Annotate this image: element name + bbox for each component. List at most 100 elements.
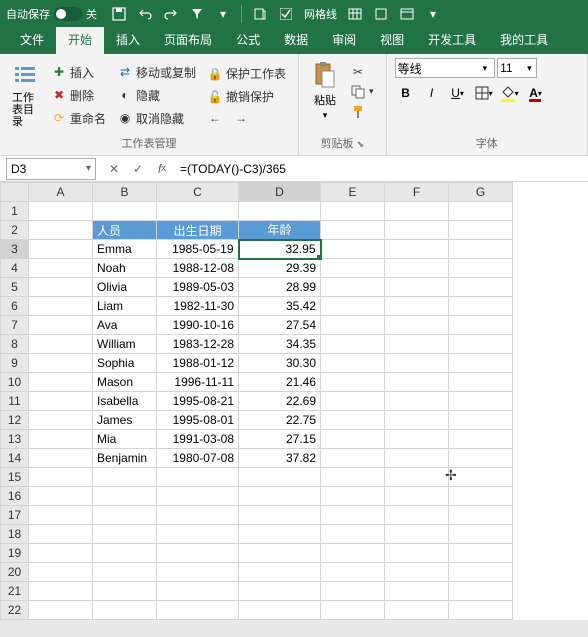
cell[interactable]: 27.15 (239, 430, 321, 449)
cell[interactable]: Mason (93, 373, 157, 392)
row-header[interactable]: 17 (1, 506, 29, 525)
cell[interactable]: Noah (93, 259, 157, 278)
row-header[interactable]: 9 (1, 354, 29, 373)
cell[interactable]: 1996-11-11 (157, 373, 239, 392)
row-header[interactable]: 6 (1, 297, 29, 316)
cut-button[interactable]: ✂ (347, 63, 378, 81)
fx-button[interactable]: fx (150, 158, 174, 180)
cell[interactable]: 1995-08-21 (157, 392, 239, 411)
row-header[interactable]: 7 (1, 316, 29, 335)
save-icon[interactable] (111, 6, 127, 22)
formula-input[interactable] (174, 158, 588, 180)
tab-mytools[interactable]: 我的工具 (488, 27, 560, 54)
row-header[interactable]: 21 (1, 582, 29, 601)
cell[interactable]: Emma (93, 240, 157, 259)
cell[interactable]: James (93, 411, 157, 430)
cell[interactable]: 22.75 (239, 411, 321, 430)
row-header[interactable]: 1 (1, 202, 29, 221)
col-header[interactable]: C (157, 183, 239, 202)
tab-data[interactable]: 数据 (272, 27, 320, 54)
window-icon[interactable] (399, 6, 415, 22)
autosave-toggle[interactable]: 自动保存 关 (6, 6, 97, 22)
filter-icon[interactable] (189, 6, 205, 22)
tab-view[interactable]: 视图 (368, 27, 416, 54)
toc-button[interactable]: 工作表目录 (8, 58, 44, 132)
fill-color-button[interactable]: ▾ (499, 82, 521, 104)
tab-home[interactable]: 开始 (56, 27, 104, 54)
cell[interactable]: Liam (93, 297, 157, 316)
delete-sheet-button[interactable]: ✖删除 (48, 85, 110, 106)
row-header[interactable]: 11 (1, 392, 29, 411)
chevron-down-icon[interactable]: ▾ (483, 63, 488, 74)
cell[interactable]: 1983-12-28 (157, 335, 239, 354)
cell[interactable]: Benjamin (93, 449, 157, 468)
col-header[interactable]: F (385, 183, 449, 202)
insert-sheet-button[interactable]: ✚插入 (48, 62, 110, 83)
row-header[interactable]: 12 (1, 411, 29, 430)
italic-button[interactable]: I (421, 82, 443, 104)
cell-selected[interactable]: 32.95 (239, 240, 321, 259)
font-name-select[interactable] (395, 58, 495, 78)
movecopy-button[interactable]: ⇄移动或复制 (114, 62, 200, 83)
cell[interactable]: 1995-08-01 (157, 411, 239, 430)
row-header[interactable]: 13 (1, 430, 29, 449)
cell[interactable]: 37.82 (239, 449, 321, 468)
col-header[interactable]: A (29, 183, 93, 202)
cell[interactable]: 30.30 (239, 354, 321, 373)
borders-button[interactable]: ▾ (473, 82, 495, 104)
row-header[interactable]: 15 (1, 468, 29, 487)
tab-pagelayout[interactable]: 页面布局 (152, 27, 224, 54)
chevron-down-icon[interactable]: ▾ (425, 6, 441, 22)
tab-formulas[interactable]: 公式 (224, 27, 272, 54)
row-header[interactable]: 5 (1, 278, 29, 297)
cell[interactable]: 29.39 (239, 259, 321, 278)
cell[interactable]: 27.54 (239, 316, 321, 335)
cell[interactable]: 35.42 (239, 297, 321, 316)
col-header[interactable]: D (239, 183, 321, 202)
font-color-button[interactable]: A▾ (525, 82, 547, 104)
cell[interactable]: 年龄 (239, 221, 321, 240)
cancel-formula-button[interactable]: ✕ (102, 158, 126, 180)
col-header[interactable]: E (321, 183, 385, 202)
format-painter-button[interactable] (347, 103, 378, 121)
cell[interactable]: William (93, 335, 157, 354)
tab-insert[interactable]: 插入 (104, 27, 152, 54)
row-header[interactable]: 22 (1, 601, 29, 620)
cell[interactable]: 人员 (93, 221, 157, 240)
name-box[interactable]: D3 ▾ (6, 158, 96, 180)
cell[interactable]: 1988-01-12 (157, 354, 239, 373)
prev-sheet-button[interactable]: ← (204, 109, 226, 127)
spreadsheet-grid[interactable]: A B C D E F G 1 2人员出生日期年龄 3Emma1985-05-1… (0, 182, 513, 620)
row-header[interactable]: 14 (1, 449, 29, 468)
chevron-down-icon[interactable]: ▾ (215, 6, 231, 22)
hide-sheet-button[interactable]: ◐隐藏 (114, 85, 200, 106)
row-header[interactable]: 4 (1, 259, 29, 278)
bold-button[interactable]: B (395, 82, 417, 104)
cell[interactable]: 1982-11-30 (157, 297, 239, 316)
row-header[interactable]: 2 (1, 221, 29, 240)
borders-icon[interactable] (373, 6, 389, 22)
row-header[interactable]: 10 (1, 373, 29, 392)
cell[interactable]: 出生日期 (157, 221, 239, 240)
undo-icon[interactable] (137, 6, 153, 22)
row-header[interactable]: 18 (1, 525, 29, 544)
new-sheet-icon[interactable] (252, 6, 268, 22)
cell[interactable]: 21.46 (239, 373, 321, 392)
col-header[interactable]: G (449, 183, 513, 202)
gridlines-checkbox[interactable] (278, 6, 294, 22)
protect-sheet-button[interactable]: 🔒保护工作表 (204, 63, 290, 84)
cell[interactable]: Sophia (93, 354, 157, 373)
cell[interactable]: 1988-12-08 (157, 259, 239, 278)
copy-button[interactable]: ▾ (347, 83, 378, 101)
dialog-launcher-icon[interactable]: ⬊ (357, 139, 365, 149)
cell[interactable]: Olivia (93, 278, 157, 297)
cell[interactable]: Isabella (93, 392, 157, 411)
paste-button[interactable]: 粘贴 ▾ (307, 58, 343, 125)
row-header[interactable]: 16 (1, 487, 29, 506)
row-header[interactable]: 20 (1, 563, 29, 582)
cell[interactable]: 1980-07-08 (157, 449, 239, 468)
select-all-corner[interactable] (1, 183, 29, 202)
chevron-down-icon[interactable]: ▾ (527, 63, 532, 74)
cell[interactable]: 28.99 (239, 278, 321, 297)
unhide-sheet-button[interactable]: ◉取消隐藏 (114, 108, 200, 129)
